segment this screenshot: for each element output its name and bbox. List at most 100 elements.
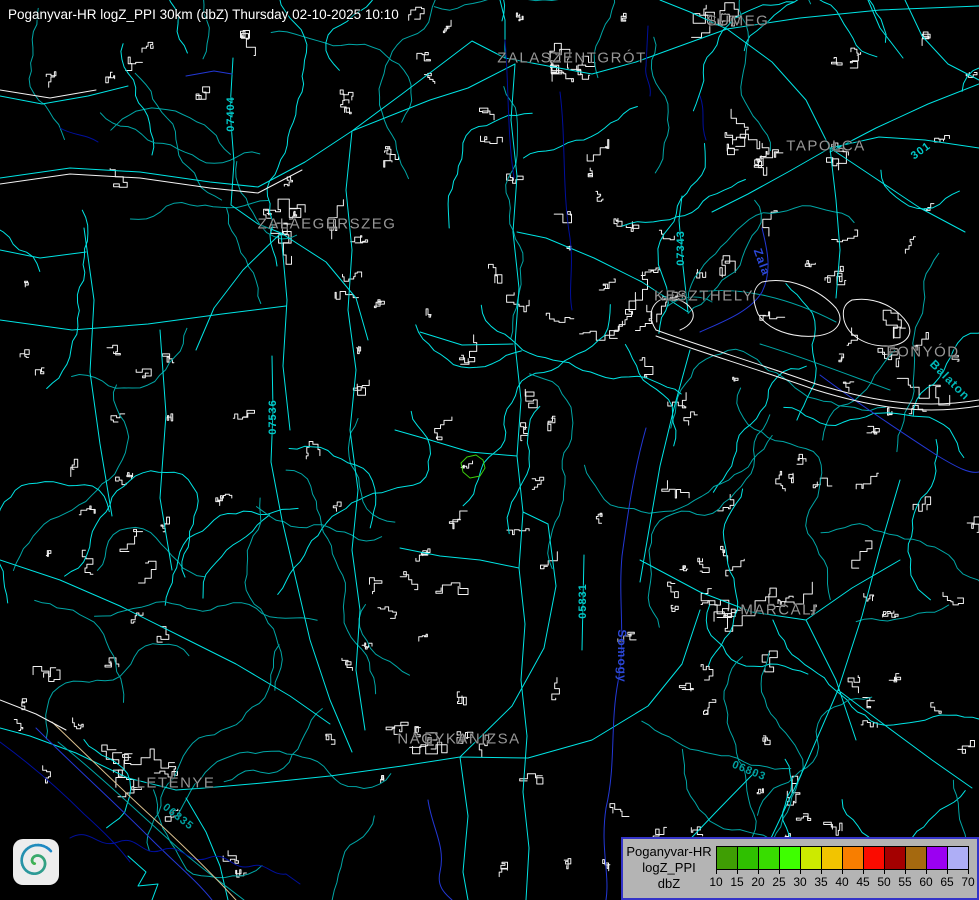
map-detail	[850, 55, 858, 68]
map-detail	[13, 385, 128, 571]
map-detail	[481, 136, 503, 143]
map-detail	[727, 144, 738, 155]
map-detail	[378, 607, 397, 619]
map-detail	[824, 822, 842, 835]
map-detail	[594, 0, 614, 78]
map-detail	[43, 766, 51, 783]
map-detail	[178, 751, 391, 820]
map-detail	[426, 309, 431, 317]
map-detail	[662, 481, 689, 498]
map-detail	[14, 720, 23, 731]
legend-tick-mark	[800, 870, 801, 874]
map-detail	[924, 204, 934, 211]
map-detail	[883, 310, 905, 338]
map-detail	[460, 355, 469, 362]
map-detail	[776, 471, 785, 491]
map-detail	[147, 645, 279, 851]
map-detail	[47, 210, 88, 388]
map-detail	[126, 57, 143, 70]
map-detail	[805, 261, 815, 267]
map-detail	[479, 735, 488, 757]
weather-service-spiral-logo-icon	[13, 839, 59, 885]
map-detail	[856, 605, 949, 622]
legend-tick-mark	[905, 870, 906, 874]
legend-tick-mark	[779, 870, 780, 874]
legend-tick-mark	[737, 870, 738, 874]
map-detail	[409, 7, 424, 20]
map-detail	[434, 0, 621, 10]
map-detail	[507, 529, 529, 535]
map-detail	[758, 697, 872, 815]
map-detail	[340, 90, 353, 103]
map-detail	[127, 473, 133, 480]
map-detail	[457, 732, 473, 744]
settlements-layer	[0, 90, 979, 730]
map-detail	[626, 272, 648, 314]
map-detail	[908, 440, 938, 600]
map-detail	[102, 745, 122, 764]
map-detail	[856, 473, 878, 489]
map-detail	[861, 721, 877, 728]
map-detail	[100, 113, 259, 163]
map-detail	[530, 374, 573, 569]
map-detail	[967, 517, 979, 533]
map-detail	[157, 627, 169, 643]
legend-station-name: Poganyvar-HR	[625, 844, 713, 860]
map-detail	[744, 0, 877, 57]
map-detail	[379, 0, 446, 179]
legend-swatch	[863, 846, 885, 870]
map-detail	[796, 814, 810, 821]
map-detail	[704, 700, 716, 715]
legend-swatch	[821, 846, 843, 870]
legend-tick-label: 15	[730, 875, 743, 889]
legend-swatch	[716, 846, 738, 870]
map-detail	[357, 346, 361, 353]
map-detail	[763, 736, 770, 745]
map-detail	[162, 354, 173, 363]
rivers-layer	[0, 26, 979, 900]
map-detail	[640, 358, 653, 378]
map-detail	[622, 180, 745, 227]
legend-tick-label: 70	[961, 875, 974, 889]
map-detail	[44, 670, 60, 681]
map-detail	[480, 108, 495, 120]
map-detail	[136, 369, 151, 378]
map-detail	[897, 253, 939, 451]
map-detail	[273, 816, 375, 900]
legend-tick-mark	[884, 870, 885, 874]
map-detail	[588, 168, 592, 177]
map-detail	[554, 212, 571, 223]
dbz-legend: Poganyvar-HR logZ_PPI dbZ 10152025303540…	[621, 837, 979, 900]
map-detail	[138, 561, 156, 583]
map-detail	[599, 279, 615, 290]
road-network-west	[0, 228, 519, 752]
map-detail	[897, 378, 949, 405]
map-detail	[724, 657, 756, 837]
map-detail	[679, 683, 693, 691]
legend-tick-label: 35	[814, 875, 827, 889]
map-detail	[489, 264, 502, 283]
map-detail	[935, 136, 950, 143]
map-detail	[739, 0, 810, 151]
legend-tick-mark	[968, 870, 969, 874]
map-detail	[125, 749, 175, 768]
map-canvas	[0, 0, 979, 900]
map-detail	[245, 498, 282, 690]
map-detail	[596, 191, 603, 201]
map-detail	[701, 665, 713, 680]
legend-swatch	[758, 846, 780, 870]
map-detail	[763, 211, 777, 236]
map-detail	[580, 331, 618, 341]
map-detail	[797, 454, 806, 464]
map-detail	[641, 268, 659, 275]
map-detail	[224, 709, 322, 782]
map-detail	[546, 313, 574, 322]
map-detail	[832, 230, 858, 242]
map-detail	[417, 53, 431, 61]
map-detail	[107, 345, 120, 355]
legend-swatch	[842, 846, 864, 870]
map-detail	[329, 200, 344, 239]
radar-map-view: SÜMEGZALASZENTGRÓTTAPOLCAZALAEGERSZEGKES…	[0, 0, 979, 900]
legend-tick-label: 55	[898, 875, 911, 889]
map-detail	[343, 272, 362, 281]
